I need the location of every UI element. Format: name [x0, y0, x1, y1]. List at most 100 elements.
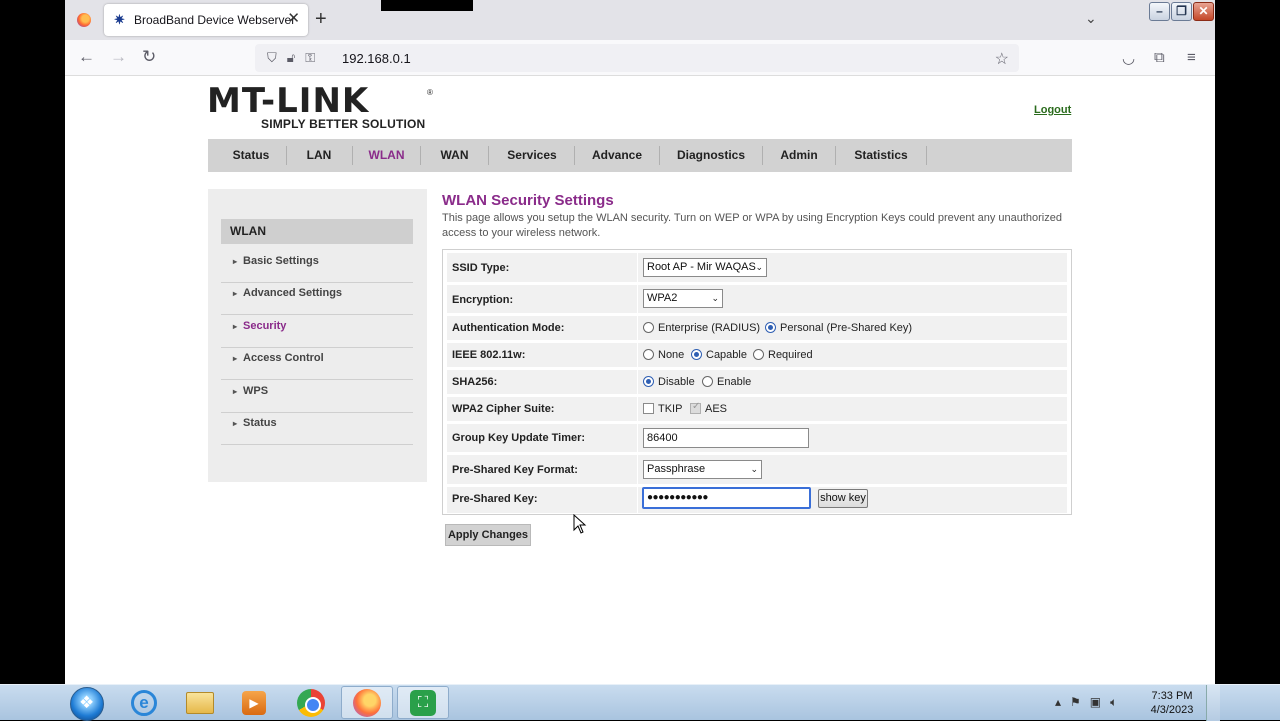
sidebar-item-access-control[interactable]: ▸ Access Control — [221, 348, 413, 380]
menu-wan[interactable]: WAN — [421, 139, 488, 172]
auth-personal-radio[interactable] — [765, 322, 776, 333]
ssid-type-label: SSID Type: — [452, 262, 510, 274]
menu-status[interactable]: Status — [208, 139, 294, 172]
aes-checkbox[interactable] — [690, 401, 701, 414]
menu-separator — [926, 146, 927, 165]
sidebar-item-label: Security — [243, 320, 287, 332]
logout-link[interactable]: Logout — [1034, 104, 1071, 116]
apply-changes-button[interactable]: Apply Changes — [445, 524, 531, 546]
volume-icon[interactable]: 🔈︎ — [1110, 695, 1117, 710]
encryption-select[interactable]: WPA2 ⌄ — [643, 289, 723, 308]
forward-arrow-icon[interactable]: → — [110, 48, 127, 66]
sidebar-item-label: Advanced Settings — [243, 287, 343, 299]
reload-icon[interactable]: ↻ — [142, 48, 156, 66]
row-encryption: Encryption: WPA2 ⌄ — [447, 285, 1067, 313]
list-tabs-chevron-icon[interactable]: ⌄ — [1085, 10, 1097, 27]
psk-format-value: Passphrase — [647, 463, 706, 475]
row-auth-mode: Authentication Mode: Enterprise (RADIUS)… — [447, 316, 1067, 340]
network-icon[interactable]: ▣ — [1090, 695, 1101, 710]
ieee-capable-radio[interactable] — [691, 349, 702, 360]
redacted-block — [381, 0, 473, 11]
taskbar-firefox[interactable] — [341, 686, 393, 719]
ssid-type-select[interactable]: Root AP - Mir WAQAS ⌄ — [643, 258, 767, 277]
row-sha256: SHA256: Disable Enable — [447, 370, 1067, 394]
clock[interactable]: 7:33 PM 4/3/2023 — [1146, 689, 1198, 717]
auth-mode-label: Authentication Mode: — [452, 322, 565, 334]
menu-services[interactable]: Services — [489, 139, 575, 172]
aes-label: AES — [705, 403, 728, 415]
tab-close-icon[interactable]: ✕ — [287, 11, 300, 27]
menu-statistics[interactable]: Statistics — [836, 139, 926, 172]
action-center-flag-icon[interactable]: ⚑ — [1070, 695, 1081, 710]
show-key-button[interactable]: show key — [818, 489, 868, 508]
router-page: MT-LINK SIMPLY BETTER SOLUTION ® Logout … — [65, 77, 1215, 684]
bookmark-star-icon[interactable]: ☆ — [995, 49, 1009, 69]
chevron-down-icon: ⌄ — [750, 464, 758, 474]
ieee-none-radio[interactable] — [643, 349, 654, 360]
cell-divider — [637, 424, 638, 452]
auth-personal-label: Personal (Pre-Shared Key) — [780, 322, 913, 334]
cell-divider — [637, 370, 638, 394]
back-arrow-icon[interactable]: ← — [78, 48, 95, 66]
tkip-label: TKIP — [658, 403, 683, 415]
menu-wlan[interactable]: WLAN — [353, 139, 420, 172]
taskbar-explorer[interactable] — [174, 686, 226, 719]
psk-format-label: Pre-Shared Key Format: — [452, 464, 578, 476]
cell-divider — [637, 455, 638, 484]
tab-broadband[interactable]: ✷ BroadBand Device Webserver ✕ — [104, 4, 308, 36]
cell-divider — [637, 343, 638, 367]
sha256-disable-radio[interactable] — [643, 376, 654, 387]
sha256-enable-radio[interactable] — [702, 376, 713, 387]
ieee-required-radio[interactable] — [753, 349, 764, 360]
security-form: SSID Type: Root AP - Mir WAQAS ⌄ Encrypti… — [442, 249, 1072, 515]
cell-divider — [637, 253, 638, 282]
taskbar-media[interactable]: ▶ — [228, 686, 280, 719]
menu-admin[interactable]: Admin — [763, 139, 835, 172]
sidebar-item-basic-settings[interactable]: ▸ Basic Settings — [221, 251, 413, 283]
url-bar[interactable]: ⛉ 🔓︎ ⚿ 192.168.0.1 ☆ — [255, 44, 1019, 72]
psk-format-select[interactable]: Passphrase ⌄ — [643, 460, 762, 479]
sidebar-item-wps[interactable]: ▸ WPS — [221, 381, 413, 413]
start-button[interactable] — [70, 687, 104, 721]
tray-expand-icon[interactable]: ▴ — [1055, 695, 1061, 710]
cell-divider — [637, 285, 638, 313]
psk-input[interactable]: ●●●●●●●●●●● — [642, 487, 811, 509]
url-text[interactable]: 192.168.0.1 — [342, 51, 411, 66]
tkip-checkbox[interactable] — [643, 403, 654, 414]
new-tab-button[interactable]: + — [315, 9, 327, 29]
auth-enterprise-radio[interactable] — [643, 322, 654, 333]
bullet-icon: ▸ — [233, 419, 238, 428]
router-favicon-icon: ✷ — [114, 12, 125, 27]
taskbar-ie[interactable]: e — [118, 686, 170, 719]
insecure-lock-icon[interactable]: 🔓︎ — [287, 50, 295, 66]
firefox-view-button[interactable] — [71, 8, 97, 32]
taskbar: e ▶ ⛶ ▴ ⚑ ▣ 🔈︎ 7:33 PM 4/3/2023 — [0, 684, 1280, 721]
pocket-icon[interactable]: ◡ — [1122, 49, 1135, 67]
sidebar-item-security[interactable]: ▸ Security — [221, 316, 413, 348]
extensions-icon[interactable]: ⧉ — [1154, 49, 1165, 66]
firefox-icon — [77, 13, 91, 27]
group-key-input[interactable]: 86400 — [643, 428, 809, 448]
logo-main-text: MT-LINK — [207, 81, 370, 121]
chrome-icon — [297, 688, 325, 717]
taskbar-chrome[interactable] — [285, 686, 337, 719]
screen: ✷ BroadBand Device Webserver ✕ + ⌄ – ❐ ✕… — [0, 0, 1280, 721]
show-desktop-button[interactable] — [1206, 685, 1220, 721]
sidebar-item-advanced-settings[interactable]: ▸ Advanced Settings — [221, 283, 413, 315]
sidebar-item-status[interactable]: ▸ Status — [221, 413, 413, 445]
menu-hamburger-icon[interactable]: ≡ — [1187, 49, 1196, 66]
taskbar-screen-recorder[interactable]: ⛶ — [397, 686, 449, 719]
system-tray: ▴ ⚑ ▣ 🔈︎ — [1055, 695, 1117, 710]
menu-advance[interactable]: Advance — [575, 139, 659, 172]
menu-diagnostics[interactable]: Diagnostics — [660, 139, 762, 172]
tracking-shield-icon[interactable]: ⛉ — [267, 50, 277, 66]
restore-button[interactable]: ❐ — [1171, 2, 1192, 21]
key-icon[interactable]: ⚿ — [305, 50, 315, 66]
menu-lan[interactable]: LAN — [287, 139, 351, 172]
sha256-disable-label: Disable — [658, 376, 695, 388]
close-window-button[interactable]: ✕ — [1193, 2, 1214, 21]
chevron-down-icon: ⌄ — [755, 262, 763, 272]
minimize-button[interactable]: – — [1149, 2, 1170, 21]
sidebar-heading: WLAN — [221, 219, 413, 244]
main-menu: Status LAN WLAN WAN Services Advance Dia… — [208, 139, 1072, 172]
